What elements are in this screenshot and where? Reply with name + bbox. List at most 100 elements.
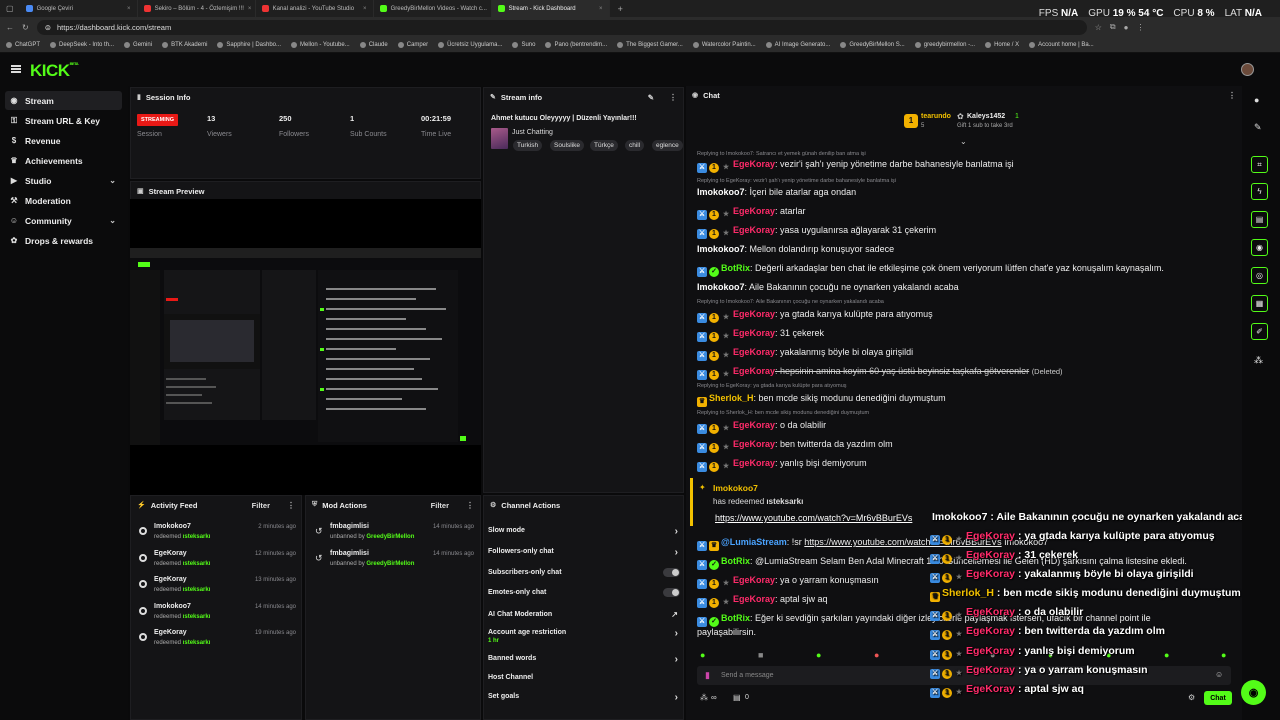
rail-button-wrench[interactable]: ✐: [1251, 323, 1268, 340]
bookmark-item[interactable]: GreedyBirMellon S...: [840, 41, 905, 48]
sidebar-item-moderation[interactable]: ⚒ Moderation: [5, 191, 122, 210]
pencil-icon[interactable]: ✎: [1254, 122, 1262, 133]
bookmark-item[interactable]: Home / X: [985, 41, 1019, 48]
stream-tag[interactable]: chill: [625, 140, 645, 151]
chat-settings-icon[interactable]: ⚙: [1188, 693, 1195, 702]
channel-action-followers-only-chat[interactable]: Followers-only chat ›: [488, 547, 680, 558]
back-icon[interactable]: ←: [6, 23, 14, 32]
kick-logo[interactable]: KICKBETA: [30, 61, 79, 81]
chat-username[interactable]: Imokokoo7: [697, 244, 745, 254]
star-icon[interactable]: ☆: [1095, 23, 1102, 32]
reload-icon[interactable]: ↻: [22, 23, 29, 32]
browser-tab[interactable]: GreedyBirMellon Videos - Watch c...×: [374, 0, 492, 17]
browser-tab[interactable]: Google Çeviri ×: [20, 0, 138, 17]
sidebar-item-achievements[interactable]: ♛ Achievements: [5, 151, 122, 170]
channel-action-account-age-restriction[interactable]: Account age restriction 1 hr ›: [488, 628, 680, 644]
edit-icon[interactable]: ✎: [648, 93, 654, 102]
stream-tag[interactable]: Soulslike: [550, 140, 585, 151]
stream-tag[interactable]: Turkish: [513, 140, 543, 151]
tab-close-icon[interactable]: ×: [599, 6, 603, 12]
emote-icon[interactable]: ●: [1164, 650, 1169, 660]
rail-button-doc[interactable]: ▤: [1251, 211, 1268, 228]
chat-username[interactable]: EgeKoray: [733, 420, 775, 430]
mod-action-by[interactable]: GreedyBirMellon: [366, 561, 414, 567]
bookmark-item[interactable]: Watercolor Paintin...: [692, 41, 756, 48]
chat-username[interactable]: Imokokoo7: [697, 282, 745, 292]
chat-username[interactable]: BotRix: [721, 263, 750, 273]
channel-action-slow-mode[interactable]: Slow mode ›: [488, 526, 680, 537]
sidebar-item-drops-rewards[interactable]: ✿ Drops & rewards: [5, 231, 122, 250]
bookmark-item[interactable]: DeepSeek - Into th...: [50, 41, 114, 48]
bookmark-item[interactable]: greedybirmellon -...: [914, 41, 975, 48]
bookmark-item[interactable]: The Biggest Gamer...: [617, 41, 683, 48]
user-avatar[interactable]: [1241, 63, 1254, 76]
rail-button-broadcast[interactable]: ◎: [1251, 267, 1268, 284]
bookmark-item[interactable]: Camper: [397, 41, 428, 48]
more-icon[interactable]: ⁂: [1254, 355, 1263, 366]
channel-action-banned-words[interactable]: Banned words ›: [488, 654, 680, 665]
stream-tag[interactable]: Türkçe: [590, 140, 618, 151]
sidebar-item-revenue[interactable]: $ Revenue: [5, 131, 122, 150]
channel-action-host-channel[interactable]: Host Channel: [488, 674, 680, 681]
chat-username[interactable]: EgeKoray: [733, 328, 775, 338]
site-info-icon[interactable]: ⊜: [45, 23, 51, 32]
channel-action-subscribers-only-chat[interactable]: Subscribers-only chat: [488, 568, 680, 577]
rail-button-calendar[interactable]: ▦: [1251, 295, 1268, 312]
chat-username[interactable]: EgeKoray: [733, 575, 775, 585]
kebab-icon[interactable]: ⋮: [287, 501, 295, 510]
chat-username[interactable]: EgeKoray: [733, 439, 775, 449]
bookmark-item[interactable]: Mellon - Youtube...: [291, 41, 350, 48]
info-icon[interactable]: ●: [1254, 95, 1259, 105]
menu-icon[interactable]: ⋮: [1136, 23, 1144, 32]
leaderboard-user-1[interactable]: tearundo: [921, 113, 951, 120]
activity-user[interactable]: Imokokoo7: [154, 603, 191, 610]
mic-icon[interactable]: ▮: [705, 670, 710, 681]
bookmark-item[interactable]: Suno: [512, 41, 535, 48]
mod-action-by[interactable]: GreedyBirMellon: [366, 534, 414, 540]
activity-user[interactable]: Imokokoo7: [154, 523, 191, 530]
kebab-icon[interactable]: ⋮: [1228, 91, 1236, 100]
browser-menu-icon[interactable]: ▢: [0, 4, 20, 13]
toggle-switch[interactable]: [663, 588, 680, 597]
tab-close-icon[interactable]: ×: [248, 6, 252, 12]
bookmark-item[interactable]: AI Image Generato...: [765, 41, 830, 48]
chat-username[interactable]: BotRix: [721, 556, 750, 566]
leaderboard-user-2[interactable]: Kaleys1452: [967, 113, 1005, 120]
activity-user[interactable]: EgeKoray: [154, 550, 187, 557]
redeem-user[interactable]: Imokokoo7: [713, 483, 758, 493]
bookmark-item[interactable]: ChatGPT: [6, 41, 40, 48]
help-chat-button[interactable]: ◉: [1241, 680, 1266, 705]
chat-username[interactable]: Imokokoo7: [697, 187, 745, 197]
chat-username[interactable]: EgeKoray: [733, 594, 775, 604]
channel-action-emotes-only-chat[interactable]: Emotes-only chat: [488, 588, 680, 597]
new-tab-icon[interactable]: +: [610, 4, 631, 14]
chat-username[interactable]: EgeKoray: [733, 366, 775, 376]
filter-button[interactable]: Filter: [252, 501, 270, 510]
emote-icon[interactable]: ●: [816, 650, 821, 660]
chat-username[interactable]: Sherlok_H: [709, 393, 754, 403]
bookmark-item[interactable]: Sapphire | Dashbo...: [217, 41, 281, 48]
emote-icon[interactable]: ●: [700, 650, 705, 660]
send-chat-button[interactable]: Chat: [1204, 691, 1232, 705]
bookmark-item[interactable]: BTK Akademi: [162, 41, 207, 48]
mod-action-user[interactable]: fmbagimlisi: [330, 523, 369, 530]
bookmark-item[interactable]: Pano (bentrendim...: [545, 41, 607, 48]
bookmark-item[interactable]: Ücretsiz Uygulama...: [438, 41, 502, 48]
filter-button[interactable]: Filter: [431, 501, 449, 510]
sidebar-item-stream[interactable]: ◉ Stream: [5, 91, 122, 110]
stream-tag[interactable]: eglence: [652, 140, 683, 151]
emote-icon[interactable]: ■: [758, 650, 763, 660]
tab-close-icon[interactable]: ×: [127, 6, 131, 12]
chat-username[interactable]: EgeKoray: [733, 225, 775, 235]
browser-tab[interactable]: Sekiro – Bölüm - 4 - Özlemişim !!! ×: [138, 0, 256, 17]
menu-hamburger-icon[interactable]: [11, 65, 21, 73]
mod-action-user[interactable]: fmbagimlisi: [330, 550, 369, 557]
channel-action-set-goals[interactable]: Set goals ›: [488, 692, 680, 703]
toggle-switch[interactable]: [663, 568, 680, 577]
channel-action-ai-chat-moderation[interactable]: AI Chat Moderation ↗: [488, 610, 680, 619]
browser-tab[interactable]: Stream - Kick Dashboard ×: [491, 0, 610, 17]
chat-username[interactable]: BotRix: [721, 613, 750, 623]
chat-username[interactable]: EgeKoray: [733, 347, 775, 357]
sidebar-item-community[interactable]: ☺ Community ⌄: [5, 211, 122, 230]
sidebar-item-studio[interactable]: ▶ Studio ⌄: [5, 171, 122, 190]
